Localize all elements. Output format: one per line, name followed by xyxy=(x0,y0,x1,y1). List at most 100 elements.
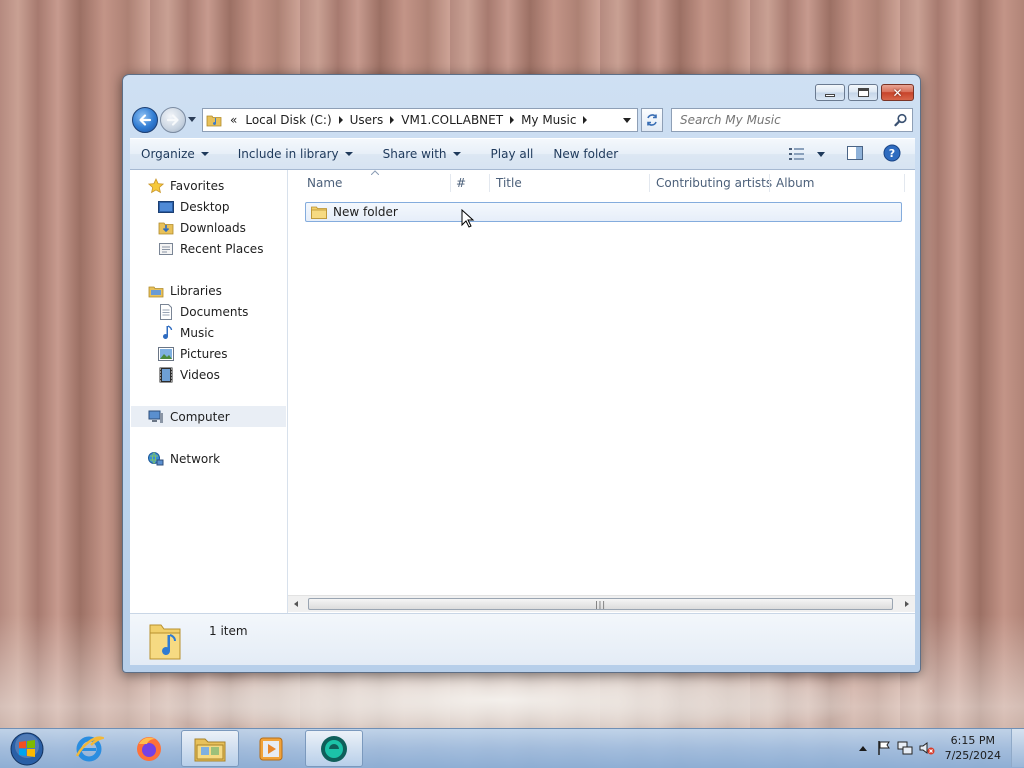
chevron-down-icon xyxy=(344,152,353,156)
chevron-right-icon[interactable] xyxy=(583,116,588,124)
refresh-button[interactable] xyxy=(641,108,663,132)
crumb-user[interactable]: VM1.COLLABNET xyxy=(401,113,503,127)
refresh-icon xyxy=(647,114,657,126)
scrollbar-thumb[interactable]: ||| xyxy=(308,598,893,610)
nav-documents[interactable]: Documents xyxy=(158,301,248,322)
documents-icon xyxy=(158,303,174,320)
network-icon xyxy=(148,451,164,467)
column-title-label: Title xyxy=(496,176,522,190)
share-with-menu[interactable]: Share with xyxy=(373,139,471,169)
maximize-icon xyxy=(857,88,869,97)
horizontal-scrollbar[interactable]: ||| xyxy=(288,595,915,612)
nav-downloads[interactable]: Downloads xyxy=(158,217,246,238)
search-icon[interactable] xyxy=(894,113,908,127)
new-folder-button[interactable]: New folder xyxy=(543,139,628,169)
nav-pictures[interactable]: Pictures xyxy=(158,343,228,364)
firefox-icon xyxy=(137,736,161,761)
view-controls: ? xyxy=(789,139,915,169)
play-all-label: Play all xyxy=(490,147,534,161)
windows-explorer-icon xyxy=(194,738,226,761)
column-separator[interactable] xyxy=(450,174,451,192)
address-history-dropdown[interactable] xyxy=(623,118,631,123)
column-separator[interactable] xyxy=(769,174,770,192)
address-bar[interactable]: « Local Disk (C:) Users VM1.COLLABNET My… xyxy=(202,108,638,132)
preview-pane-button[interactable] xyxy=(847,145,863,163)
nav-videos[interactable]: Videos xyxy=(158,364,220,385)
include-in-library-label: Include in library xyxy=(237,147,339,161)
desktop-icon xyxy=(158,199,174,215)
nav-favorites[interactable]: Favorites xyxy=(148,175,224,196)
nav-network[interactable]: Network xyxy=(148,448,220,469)
column-contributing-artists-label: Contributing artists xyxy=(656,176,773,190)
nav-documents-label: Documents xyxy=(180,304,249,319)
new-folder-label: New folder xyxy=(553,147,619,161)
forward-button[interactable] xyxy=(160,107,186,133)
details-pane: 1 item xyxy=(130,613,915,665)
share-with-label: Share with xyxy=(382,147,447,161)
nav-recent-places[interactable]: Recent Places xyxy=(158,238,263,259)
pictures-icon xyxy=(158,346,174,362)
star-icon xyxy=(148,177,164,194)
organize-menu[interactable]: Organize xyxy=(130,139,219,169)
start-button[interactable] xyxy=(0,730,54,767)
chevron-down-icon xyxy=(817,151,825,157)
help-button[interactable]: ? xyxy=(883,144,901,165)
film-icon xyxy=(158,367,174,383)
nav-music-label: Music xyxy=(180,325,215,340)
maximize-button[interactable] xyxy=(848,84,878,101)
taskbar-media-player[interactable] xyxy=(242,730,300,767)
back-button[interactable] xyxy=(132,107,158,133)
action-center-flag-icon[interactable] xyxy=(877,740,891,756)
crumb-local-disk[interactable]: Local Disk (C:) xyxy=(245,113,331,127)
column-title[interactable]: Title xyxy=(496,170,646,196)
taskbar-firefox[interactable] xyxy=(120,730,178,767)
play-all-button[interactable]: Play all xyxy=(481,139,544,169)
music-library-icon xyxy=(149,624,181,660)
taskbar-app-circle[interactable] xyxy=(305,730,363,767)
address-overflow[interactable]: « xyxy=(230,113,237,127)
nav-desktop[interactable]: Desktop xyxy=(158,196,230,217)
nav-computer[interactable]: Computer xyxy=(131,406,286,427)
navigation-pane: Favorites Desktop Downloads Recent Place… xyxy=(130,170,288,613)
column-contributing-artists[interactable]: Contributing artists xyxy=(656,170,772,196)
nav-desktop-label: Desktop xyxy=(180,199,230,214)
clock[interactable]: 6:15 PM 7/25/2024 xyxy=(945,733,1001,763)
scroll-left-icon[interactable] xyxy=(294,601,298,607)
crumb-my-music[interactable]: My Music xyxy=(521,113,576,127)
chevron-down-icon xyxy=(200,152,209,156)
help-icon: ? xyxy=(883,144,901,161)
show-desktop-button[interactable] xyxy=(1011,729,1024,767)
clock-date: 7/25/2024 xyxy=(944,749,1001,762)
crumb-users[interactable]: Users xyxy=(350,113,384,127)
column-album[interactable]: Album xyxy=(776,170,896,196)
search-input[interactable] xyxy=(678,110,894,130)
nav-downloads-label: Downloads xyxy=(180,220,246,235)
close-button[interactable]: ✕ xyxy=(881,84,914,101)
change-view-button[interactable] xyxy=(789,148,825,160)
search-box[interactable] xyxy=(671,108,913,132)
show-hidden-icons-icon[interactable] xyxy=(858,745,867,751)
taskbar-internet-explorer[interactable] xyxy=(60,730,118,767)
chevron-right-icon[interactable] xyxy=(510,116,515,124)
network-status-icon[interactable] xyxy=(897,740,913,756)
nav-music[interactable]: Music xyxy=(158,322,214,343)
volume-muted-icon[interactable] xyxy=(919,740,935,756)
taskbar-windows-explorer[interactable] xyxy=(181,730,239,767)
file-row-new-folder[interactable]: New folder xyxy=(305,202,902,222)
chevron-right-icon[interactable] xyxy=(338,116,343,124)
nav-libraries[interactable]: Libraries xyxy=(148,280,222,301)
column-separator[interactable] xyxy=(649,174,650,192)
column-number[interactable]: # xyxy=(456,170,486,196)
column-name[interactable]: Name xyxy=(307,170,453,196)
include-in-library-menu[interactable]: Include in library xyxy=(228,139,363,169)
recent-pages-dropdown[interactable] xyxy=(188,117,196,122)
minimize-icon xyxy=(825,94,835,97)
media-player-icon xyxy=(259,737,283,760)
minimize-button[interactable] xyxy=(815,84,845,101)
nav-pictures-label: Pictures xyxy=(180,346,228,361)
column-separator[interactable] xyxy=(904,174,905,192)
scroll-right-icon[interactable] xyxy=(905,601,909,607)
chevron-right-icon[interactable] xyxy=(390,116,395,124)
column-separator[interactable] xyxy=(489,174,490,192)
downloads-icon xyxy=(158,220,174,236)
